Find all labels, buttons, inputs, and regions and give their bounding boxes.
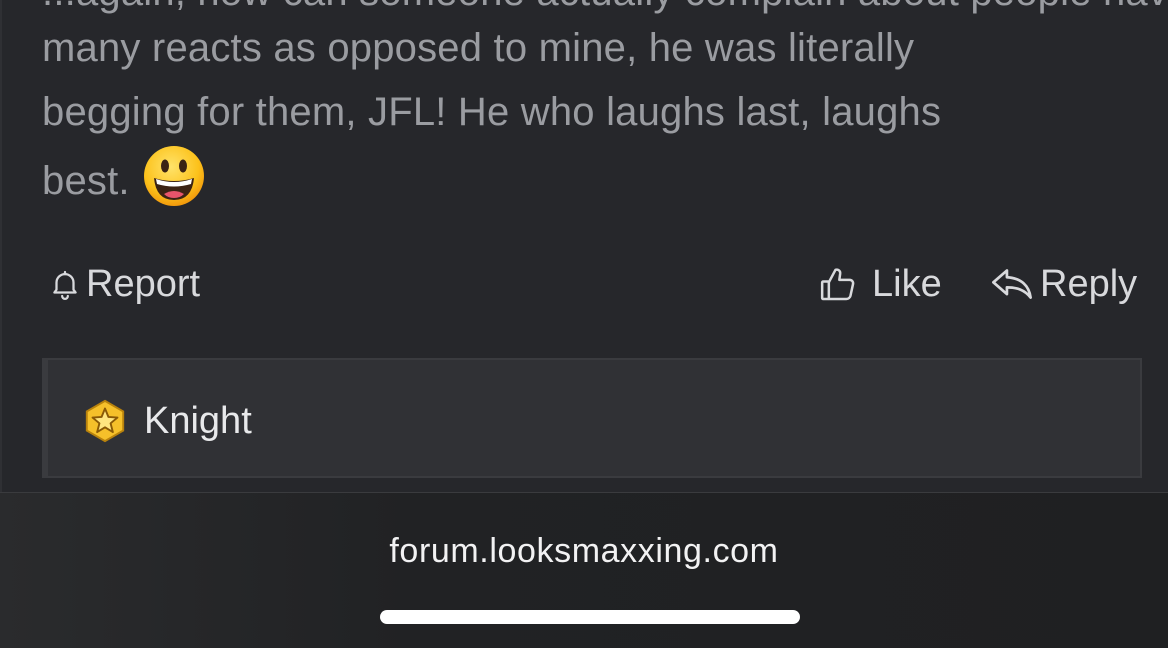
star-badge-icon [85,399,125,443]
post-body-line: begging for them, JFL! He who laughs las… [42,90,942,134]
reply-arrow-icon [992,269,1032,299]
home-indicator[interactable] [380,610,800,624]
like-label: Like [872,262,942,305]
post-body-partial-line: ...again, how can someone actually compl… [42,0,1168,12]
post-actions: Report Like Reply [42,258,1137,310]
user-title-banner: Knight [42,358,1142,478]
report-label: Report [86,262,201,305]
reply-label: Reply [1040,262,1138,305]
browser-viewport: ...again, how can someone actually compl… [0,0,1168,648]
address-bar-url[interactable]: forum.looksmaxxing.com [0,529,1168,573]
forum-post: ...again, how can someone actually compl… [0,0,1168,492]
post-body-line: many reacts as opposed to mine, he was l… [42,26,915,70]
bell-icon [53,270,77,300]
grinning-face-emoji-icon [143,146,204,206]
like-button[interactable]: Like [818,258,942,310]
report-button[interactable]: Report [48,258,200,310]
thumbs-up-icon [820,268,855,301]
user-title-label: Knight [144,400,252,442]
post-body: many reacts as opposed to mine, he was l… [42,16,1132,213]
post-body-line: best. [42,144,1132,213]
reply-button[interactable]: Reply [990,258,1137,310]
browser-bottom-bar: forum.looksmaxxing.com [0,492,1168,648]
